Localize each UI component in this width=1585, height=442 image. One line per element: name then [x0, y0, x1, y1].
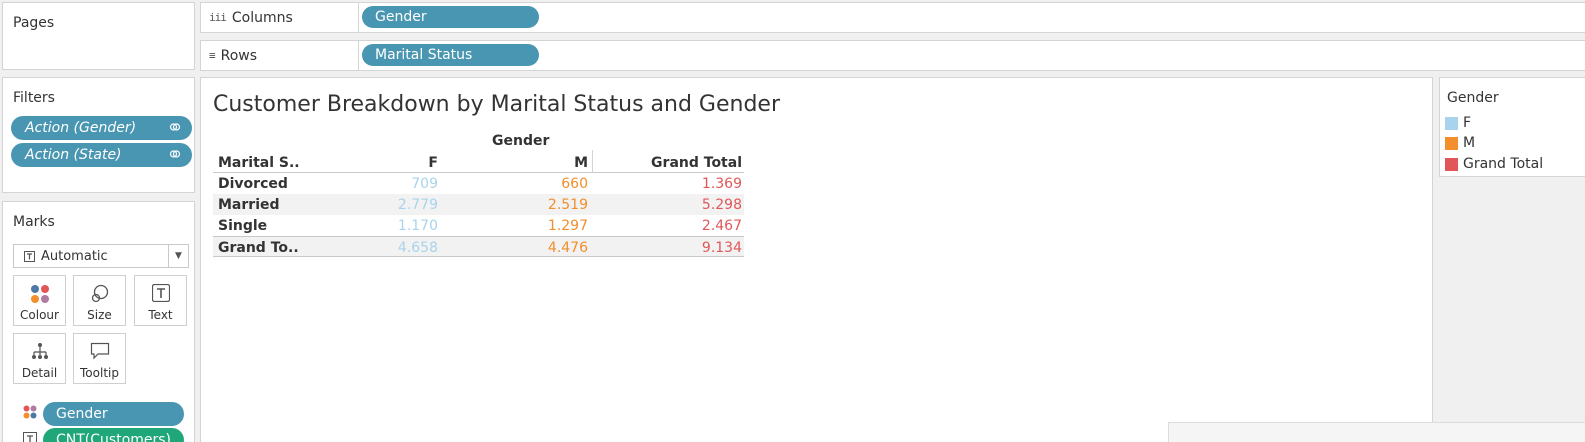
- col-header-grand-total[interactable]: Grand Total: [592, 152, 742, 173]
- table-row: Divorced 709 660 1.369: [213, 173, 744, 194]
- cell-f[interactable]: 709: [312, 173, 438, 194]
- cell-grand-total[interactable]: 2.467: [592, 215, 742, 236]
- colour-label: Colour: [20, 308, 59, 322]
- marks-panel[interactable]: Marks Automatic ▼ Colour Size Text Detai…: [2, 201, 195, 442]
- tooltip-label: Tooltip: [80, 366, 119, 380]
- cell-grand-total[interactable]: 1.369: [592, 173, 742, 194]
- colour-button[interactable]: Colour: [13, 275, 66, 326]
- rows-shelf-label: ≡ Rows: [201, 41, 359, 70]
- legend-swatch: [1445, 136, 1458, 150]
- rows-pill-marital-status[interactable]: Marital Status: [362, 44, 539, 66]
- filter-label: Action (State): [25, 147, 122, 163]
- column-group-header-row: Gender: [213, 130, 744, 152]
- cell-m[interactable]: 2.519: [438, 194, 588, 215]
- rows-label: Rows: [220, 47, 258, 64]
- view-title: Customer Breakdown by Marital Status and…: [213, 92, 780, 117]
- legend-swatch: [1445, 157, 1458, 171]
- cell-f[interactable]: 1.170: [312, 215, 438, 236]
- size-label: Size: [87, 308, 112, 322]
- header-row: Marital S.. F M Grand Total: [213, 150, 744, 256]
- grand-total-row: Grand To.. 4.658 4.476 9.134: [213, 236, 744, 257]
- colour-icon: [23, 405, 37, 419]
- row-label[interactable]: Grand To..: [218, 237, 299, 258]
- columns-pill-gender[interactable]: Gender: [362, 6, 539, 28]
- pages-title: Pages: [13, 15, 55, 31]
- colour-legend-panel[interactable]: Gender F M Grand Total: [1439, 77, 1585, 177]
- filter-label: Action (Gender): [25, 120, 137, 136]
- colour-icon: [30, 285, 49, 303]
- detail-label: Detail: [21, 366, 58, 380]
- filter-pill-action-gender[interactable]: Action (Gender): [11, 116, 192, 140]
- sheet-thumbnail: [1168, 422, 1585, 442]
- column-group-header[interactable]: Gender: [492, 130, 549, 152]
- filter-pill-action-state[interactable]: Action (State): [11, 143, 192, 167]
- cell-m[interactable]: 4.476: [438, 237, 588, 258]
- cell-m[interactable]: 1.297: [438, 215, 588, 236]
- cell-grand-total[interactable]: 5.298: [592, 194, 742, 215]
- row-label[interactable]: Divorced: [218, 173, 288, 194]
- filters-title: Filters: [13, 90, 55, 106]
- cell-m[interactable]: 660: [438, 173, 588, 194]
- columns-icon: iii: [209, 11, 227, 24]
- columns-shelf-label: iii Columns: [201, 3, 359, 32]
- table-row: Single 1.170 1.297 2.467: [213, 215, 744, 236]
- text-button[interactable]: Text: [134, 275, 187, 326]
- legend-label: Grand Total: [1463, 156, 1544, 172]
- row-label[interactable]: Single: [218, 215, 267, 236]
- legend-title: Gender: [1447, 90, 1499, 106]
- cell-f[interactable]: 4.658: [312, 237, 438, 258]
- legend-item-m[interactable]: M: [1445, 135, 1475, 151]
- tooltip-icon: [90, 342, 109, 360]
- text-label: Text: [148, 308, 173, 322]
- crosstab: Gender Marital S.. F M Grand Total Divor…: [213, 130, 744, 257]
- link-icon: [169, 150, 181, 158]
- text-icon: [23, 432, 37, 442]
- link-icon: [169, 123, 181, 131]
- size-icon: [91, 284, 108, 303]
- size-button[interactable]: Size: [73, 275, 126, 326]
- pages-panel[interactable]: Pages: [2, 2, 195, 70]
- legend-label: M: [1463, 135, 1476, 151]
- mark-type-value: Automatic: [41, 248, 108, 264]
- text-mark-icon: [24, 250, 35, 262]
- detail-icon: [31, 343, 48, 359]
- col-header-m[interactable]: M: [438, 152, 588, 173]
- filters-panel[interactable]: Filters Action (Gender) Action (State): [2, 77, 195, 193]
- marks-title: Marks: [13, 214, 55, 230]
- mark-type-dropdown[interactable]: Automatic ▼: [13, 244, 189, 268]
- legend-item-grand-total[interactable]: Grand Total: [1445, 156, 1543, 172]
- detail-button[interactable]: Detail: [13, 333, 66, 384]
- text-icon: [151, 284, 170, 302]
- col-header-f[interactable]: F: [312, 152, 438, 173]
- rows-icon: ≡: [209, 49, 216, 62]
- columns-label: Columns: [231, 9, 293, 26]
- row-label[interactable]: Married: [218, 194, 280, 215]
- legend-swatch: [1445, 116, 1458, 130]
- view-panel[interactable]: Customer Breakdown by Marital Status and…: [200, 77, 1433, 442]
- legend-label: F: [1463, 115, 1472, 131]
- columns-shelf[interactable]: iii Columns Gender: [200, 2, 1585, 33]
- legend-item-f[interactable]: F: [1445, 115, 1471, 131]
- cell-f[interactable]: 2.779: [312, 194, 438, 215]
- chevron-down-icon[interactable]: ▼: [168, 245, 188, 267]
- mark-field-cnt-customers[interactable]: CNT(Customers): [43, 428, 184, 442]
- table-row: Married 2.779 2.519 5.298: [213, 194, 744, 215]
- cell-grand-total[interactable]: 9.134: [592, 237, 742, 258]
- rows-shelf[interactable]: ≡ Rows Marital Status: [200, 40, 1585, 71]
- tooltip-button[interactable]: Tooltip: [73, 333, 126, 384]
- row-header[interactable]: Marital S..: [218, 152, 300, 173]
- mark-field-gender[interactable]: Gender: [43, 402, 184, 426]
